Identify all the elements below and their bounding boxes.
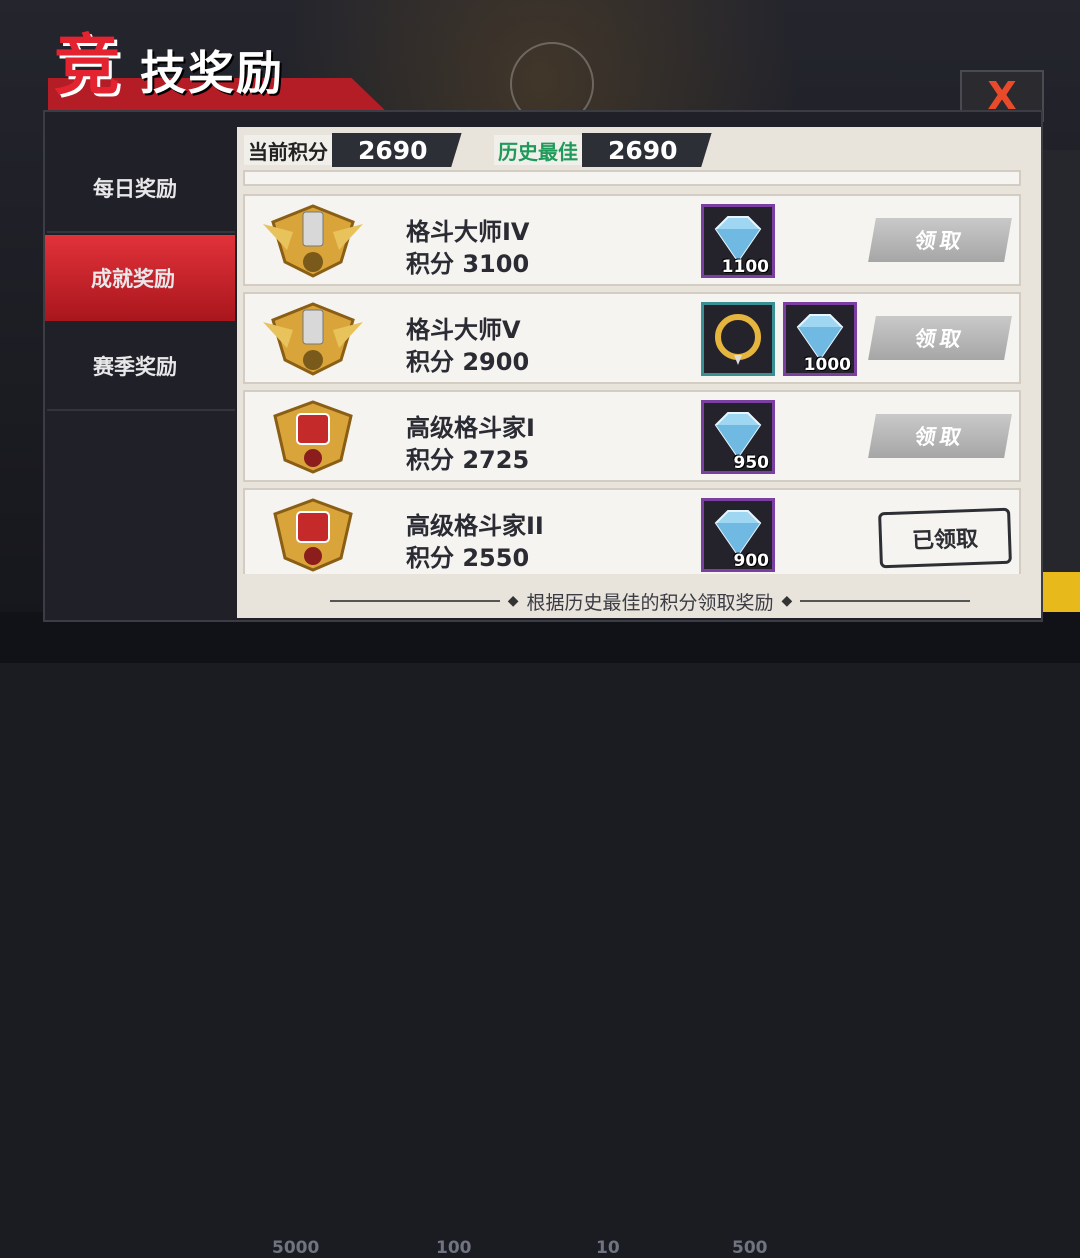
- best-score-label: 历史最佳: [494, 135, 582, 165]
- best-score: 历史最佳 2690: [494, 133, 712, 167]
- sidebar-item-daily[interactable]: 每日奖励: [47, 145, 235, 231]
- points-label: 积分: [406, 446, 454, 474]
- footer-text: 根据历史最佳的积分领取奖励: [526, 591, 774, 614]
- reward-diamond[interactable]: 1000: [783, 302, 857, 376]
- claimed-label: 已领取: [911, 526, 979, 555]
- sidebar-item-season[interactable]: 赛季奖励: [47, 323, 235, 409]
- rank-points: 积分 2550: [406, 538, 529, 573]
- best-score-value: 2690: [582, 133, 712, 167]
- points-value: 2900: [462, 348, 530, 376]
- gold-master-badge-icon: [263, 302, 363, 376]
- current-score-value: 2690: [332, 133, 462, 167]
- sidebar: 每日奖励 成就奖励 赛季奖励: [45, 145, 237, 615]
- current-score-label: 当前积分: [244, 135, 332, 165]
- rank-name: 高级格斗家II: [406, 512, 544, 540]
- bg-count: 5000: [272, 1238, 320, 1258]
- bg-count: 10: [596, 1238, 620, 1258]
- reward-count: 900: [733, 551, 770, 571]
- sidebar-item-label: 赛季奖励: [93, 355, 177, 379]
- reward-diamond[interactable]: 1100: [701, 204, 775, 278]
- list-item: 高级格斗家I 积分 2725 950 领取: [243, 390, 1021, 482]
- red-fighter-badge-icon: [273, 498, 353, 572]
- background-right-panel: [1038, 150, 1080, 580]
- points-value: 2550: [462, 544, 530, 572]
- points-value: 2725: [462, 446, 530, 474]
- diamond-bullet-icon: ◆: [781, 593, 793, 609]
- claim-label: 领取: [912, 327, 967, 351]
- current-score: 当前积分 2690: [244, 133, 462, 167]
- rank-name: 格斗大师V: [406, 316, 521, 344]
- list-item: 高级格斗家II 积分 2550 900 已领取: [243, 488, 1021, 574]
- reward-diamond[interactable]: 950: [701, 400, 775, 474]
- points-label: 积分: [406, 250, 454, 278]
- gold-ring-icon: [715, 314, 761, 365]
- rank-points: 积分 2725: [406, 440, 529, 475]
- sidebar-item-label: 每日奖励: [93, 177, 177, 201]
- gold-master-badge-icon: [263, 204, 363, 278]
- footer-hint: ◆ 根据历史最佳的积分领取奖励 ◆: [330, 589, 971, 614]
- rank-name: 格斗大师IV: [406, 218, 530, 246]
- points-label: 积分: [406, 544, 454, 572]
- sidebar-item-achievement[interactable]: 成就奖励: [45, 235, 235, 321]
- points-value: 3100: [462, 250, 530, 278]
- rank-points: 积分 3100: [406, 244, 529, 279]
- divider: [800, 600, 971, 602]
- claim-button[interactable]: 领取: [868, 414, 1012, 458]
- claim-label: 领取: [912, 425, 967, 449]
- claimed-stamp: 已领取: [878, 507, 1012, 569]
- claim-label: 领取: [912, 229, 967, 253]
- points-label: 积分: [406, 348, 454, 376]
- reward-count: 950: [733, 453, 770, 473]
- red-fighter-badge-icon: [273, 400, 353, 474]
- reward-diamond[interactable]: 900: [701, 498, 775, 572]
- rank-points: 积分 2900: [406, 342, 529, 377]
- reward-list[interactable]: 格斗大师IV 积分 3100 1100 领取 格斗大师V 积分 2900 100…: [243, 170, 1027, 574]
- reward-count: 1100: [721, 257, 769, 277]
- diamond-bullet-icon: ◆: [507, 593, 519, 609]
- list-item: 格斗大师V 积分 2900 1000 领取: [243, 292, 1021, 384]
- sidebar-item-label: 成就奖励: [91, 267, 175, 291]
- claim-button[interactable]: 领取: [868, 218, 1012, 262]
- reward-ring[interactable]: [701, 302, 775, 376]
- bg-count: 500: [732, 1238, 768, 1258]
- reward-count: 1000: [803, 355, 851, 375]
- title-text: 技奖励: [140, 46, 284, 100]
- page-title: 竞 技奖励: [48, 20, 408, 118]
- divider: [47, 231, 235, 233]
- rank-name: 高级格斗家I: [406, 414, 535, 442]
- claim-button[interactable]: 领取: [868, 316, 1012, 360]
- title-first-char: 竞: [54, 26, 120, 104]
- divider: [330, 600, 500, 602]
- divider: [47, 409, 235, 411]
- bg-count: 100: [436, 1238, 472, 1258]
- list-item: 格斗大师IV 积分 3100 1100 领取: [243, 194, 1021, 286]
- list-item: [243, 170, 1021, 186]
